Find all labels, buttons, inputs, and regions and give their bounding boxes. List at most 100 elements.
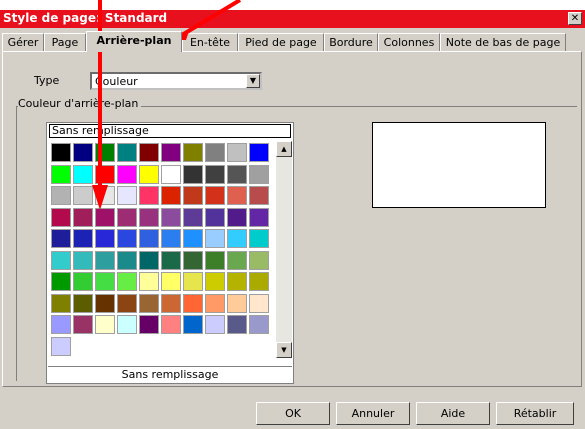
color-swatch[interactable] (51, 250, 71, 270)
color-swatch[interactable] (139, 250, 159, 270)
reset-button[interactable]: Rétablir (496, 402, 574, 425)
tab-gerer[interactable]: Gérer (2, 33, 44, 51)
close-button[interactable]: ✕ (568, 12, 582, 25)
scroll-down-arrow-icon[interactable]: ▼ (276, 342, 292, 358)
color-swatch[interactable] (95, 186, 115, 205)
color-swatch[interactable] (51, 293, 71, 313)
color-swatch[interactable] (117, 186, 137, 205)
color-swatch[interactable] (139, 315, 159, 334)
color-swatch[interactable] (183, 229, 203, 248)
color-swatch[interactable] (161, 272, 181, 291)
color-swatch[interactable] (73, 143, 93, 162)
color-swatch[interactable] (51, 207, 71, 227)
color-swatch[interactable] (139, 207, 159, 227)
color-swatch[interactable] (205, 293, 225, 313)
color-swatch[interactable] (249, 207, 269, 227)
color-swatch[interactable] (183, 293, 203, 313)
color-swatch[interactable] (139, 143, 159, 162)
color-swatch[interactable] (95, 207, 115, 227)
color-swatch[interactable] (161, 293, 181, 313)
color-swatch[interactable] (183, 186, 203, 205)
color-swatch[interactable] (139, 229, 159, 248)
color-swatch[interactable] (249, 186, 269, 205)
tab-arriere-plan[interactable]: Arrière-plan (86, 31, 182, 52)
color-swatch[interactable] (73, 229, 93, 248)
color-swatch[interactable] (95, 272, 115, 291)
color-swatch[interactable] (249, 229, 269, 248)
color-swatch[interactable] (227, 207, 247, 227)
color-swatch[interactable] (139, 272, 159, 291)
color-swatch[interactable] (205, 186, 225, 205)
color-swatch[interactable] (227, 164, 247, 184)
color-swatch[interactable] (227, 272, 247, 291)
color-swatch[interactable] (249, 293, 269, 313)
color-swatch[interactable] (249, 315, 269, 334)
color-swatch[interactable] (117, 250, 137, 270)
color-swatch[interactable] (205, 229, 225, 248)
tab-en-tete[interactable]: En-tête (182, 33, 238, 51)
color-swatch[interactable] (95, 293, 115, 313)
color-swatch[interactable] (95, 250, 115, 270)
color-swatch[interactable] (117, 143, 137, 162)
color-swatch[interactable] (73, 207, 93, 227)
color-swatch[interactable] (205, 143, 225, 162)
color-swatch[interactable] (183, 272, 203, 291)
color-swatch[interactable] (249, 143, 269, 162)
color-swatch[interactable] (227, 315, 247, 334)
color-swatch[interactable] (139, 293, 159, 313)
color-swatch[interactable] (183, 250, 203, 270)
color-swatch[interactable] (205, 315, 225, 334)
tab-colonnes[interactable]: Colonnes (378, 33, 440, 51)
color-swatch[interactable] (183, 143, 203, 162)
help-button[interactable]: Aide (416, 402, 490, 425)
color-swatch[interactable] (51, 164, 71, 184)
palette-scrollbar[interactable]: ▲ ▼ (276, 141, 292, 358)
color-swatch[interactable] (73, 272, 93, 291)
color-swatch[interactable] (227, 143, 247, 162)
color-swatch[interactable] (249, 164, 269, 184)
chevron-down-icon[interactable]: ▼ (246, 74, 260, 88)
color-swatch[interactable] (205, 272, 225, 291)
color-swatch[interactable] (139, 186, 159, 205)
cancel-button[interactable]: Annuler (336, 402, 410, 425)
color-swatch[interactable] (51, 143, 71, 162)
color-swatch[interactable] (161, 229, 181, 248)
color-swatch[interactable] (161, 186, 181, 205)
color-swatch[interactable] (249, 272, 269, 291)
color-swatch[interactable] (227, 293, 247, 313)
color-swatch[interactable] (227, 229, 247, 248)
color-swatch[interactable] (95, 143, 115, 162)
tab-pied-de-page[interactable]: Pied de page (238, 33, 324, 51)
color-swatch[interactable] (161, 315, 181, 334)
color-swatch[interactable] (183, 315, 203, 334)
color-swatch[interactable] (73, 293, 93, 313)
color-swatch[interactable] (73, 164, 93, 184)
color-swatch[interactable] (117, 315, 137, 334)
color-swatch[interactable] (51, 272, 71, 291)
color-swatch[interactable] (51, 315, 71, 334)
color-swatch[interactable] (117, 164, 137, 184)
color-swatch[interactable] (161, 143, 181, 162)
color-swatch[interactable] (205, 250, 225, 270)
color-swatch[interactable] (205, 164, 225, 184)
color-swatch[interactable] (161, 207, 181, 227)
ok-button[interactable]: OK (256, 402, 330, 425)
color-swatch[interactable] (117, 207, 137, 227)
tab-bordure[interactable]: Bordure (324, 33, 378, 51)
tab-page[interactable]: Page (44, 33, 86, 51)
tab-note-de-bas-de-page[interactable]: Note de bas de page (440, 33, 566, 51)
color-swatch[interactable] (51, 336, 71, 356)
color-swatch[interactable] (249, 250, 269, 270)
color-swatch[interactable] (95, 164, 115, 184)
color-swatch[interactable] (183, 207, 203, 227)
color-swatch[interactable] (161, 164, 181, 184)
color-swatch[interactable] (51, 229, 71, 248)
color-swatch[interactable] (95, 229, 115, 248)
color-swatch[interactable] (227, 186, 247, 205)
color-swatch[interactable] (117, 293, 137, 313)
type-select[interactable]: Couleur ▼ (90, 72, 262, 90)
color-swatch[interactable] (73, 315, 93, 334)
color-swatch[interactable] (205, 207, 225, 227)
scroll-up-arrow-icon[interactable]: ▲ (276, 141, 292, 157)
color-swatch[interactable] (73, 250, 93, 270)
